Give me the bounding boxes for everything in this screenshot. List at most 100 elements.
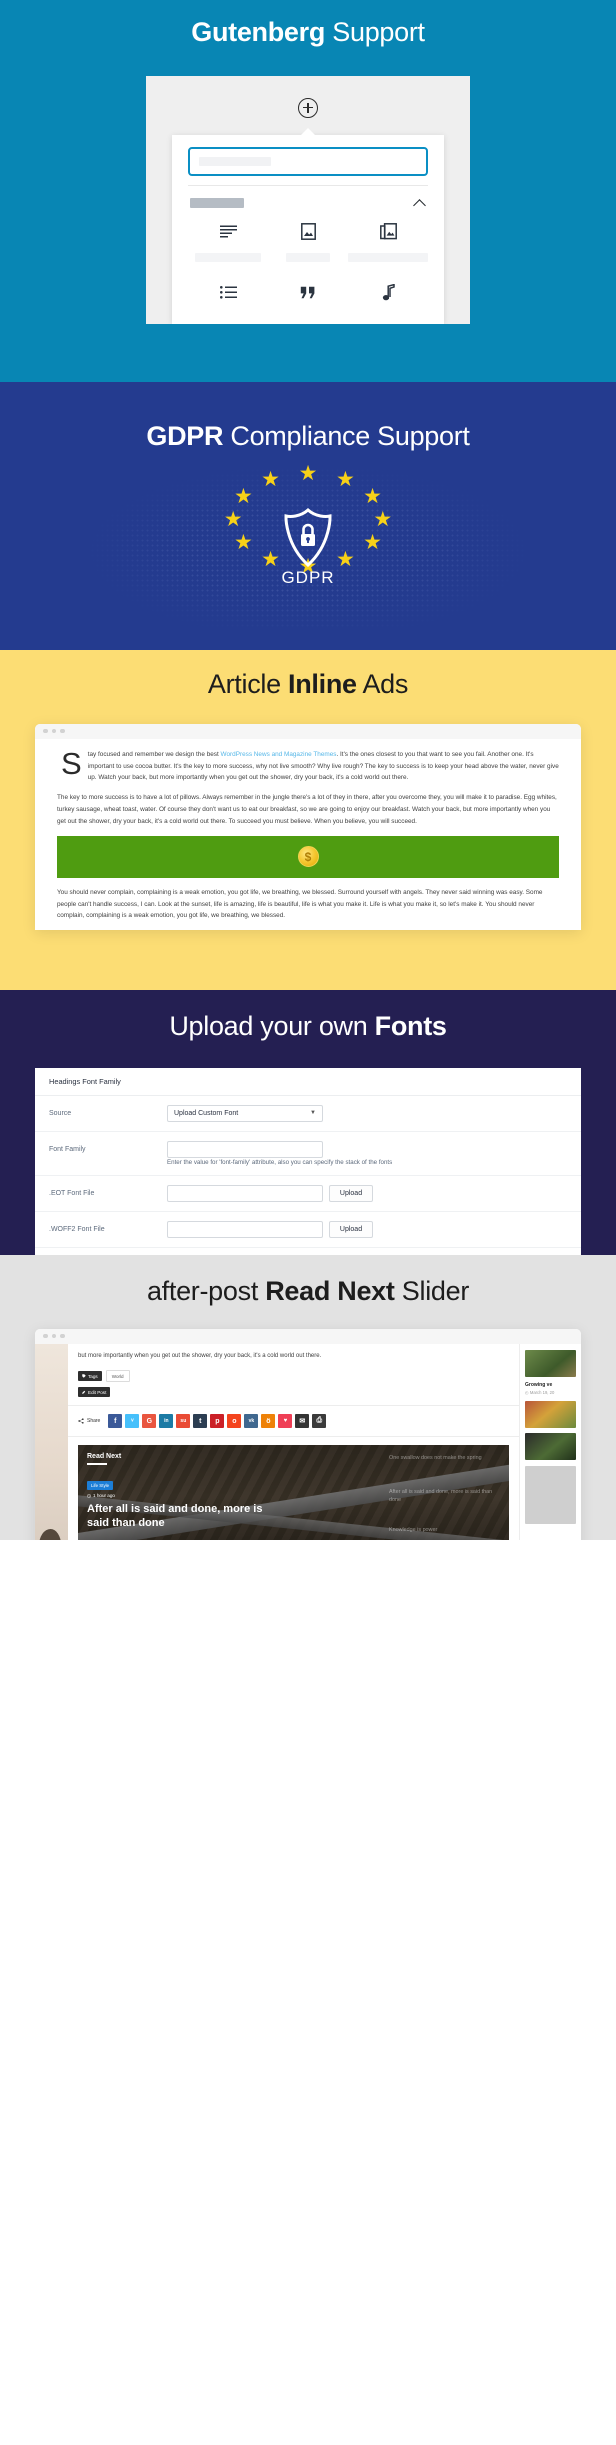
share-button-reddit[interactable]: o bbox=[227, 1414, 242, 1429]
eot-file-input[interactable] bbox=[167, 1184, 323, 1202]
font-family-hint: Enter the value for 'font-family' attrib… bbox=[35, 1159, 581, 1176]
eu-star: ★ bbox=[335, 547, 355, 571]
share-button-twitter[interactable]: ᵛ bbox=[125, 1414, 140, 1429]
slider-ghost-text-1: One swallow does not make the spring bbox=[389, 1455, 482, 1462]
post-excerpt: but more importantly when you get out th… bbox=[78, 1352, 322, 1359]
title-bold: Read Next bbox=[265, 1276, 395, 1306]
block-item-image[interactable] bbox=[268, 219, 348, 262]
eu-star: ★ bbox=[363, 484, 382, 508]
share-button-print[interactable]: ⎙ bbox=[312, 1414, 327, 1429]
eu-star: ★ bbox=[261, 547, 280, 571]
field-label: Font Family bbox=[49, 1145, 86, 1153]
title-light-2: Ads bbox=[356, 669, 409, 699]
window-minimize-dot[interactable] bbox=[51, 1333, 56, 1339]
share-button-email[interactable]: ✉ bbox=[295, 1414, 310, 1429]
field-label: Source bbox=[49, 1109, 72, 1117]
post-main-column: but more importantly when you get out th… bbox=[68, 1344, 519, 1540]
paragraph-1-text-a: tay focused and remember we design the b… bbox=[87, 750, 221, 758]
share-label-group: Share bbox=[78, 1418, 100, 1424]
upload-button-woff2[interactable]: Upload bbox=[329, 1220, 373, 1238]
article-paragraph-1: Stay focused and remember we design the … bbox=[57, 748, 559, 785]
font-family-input[interactable] bbox=[167, 1140, 323, 1158]
share-icon bbox=[78, 1418, 84, 1424]
block-item-gallery[interactable] bbox=[348, 219, 428, 262]
share-button-vk[interactable]: vk bbox=[244, 1414, 259, 1429]
tag-chip[interactable]: World bbox=[105, 1370, 130, 1383]
browser-window-mock: but more importantly when you get out th… bbox=[35, 1328, 581, 1540]
field-control: Upload bbox=[167, 1184, 567, 1202]
article-inline-link[interactable]: WordPress News and Magazine Themes bbox=[221, 751, 337, 758]
block-item-quote[interactable] bbox=[268, 280, 348, 306]
title-light-2: Slider bbox=[394, 1276, 470, 1306]
gdpr-emblem: ★ ★ ★ ★ ★ ★ ★ ★ ★ ★ ★ ★ GDPR bbox=[223, 463, 393, 634]
eu-star: ★ bbox=[373, 507, 393, 531]
woff2-file-input[interactable] bbox=[167, 1220, 323, 1238]
share-button-pinterest[interactable]: p bbox=[210, 1414, 225, 1429]
block-label-bar bbox=[286, 252, 330, 262]
inline-ad-banner[interactable]: $ bbox=[57, 835, 559, 878]
font-settings-panel: Headings Font Family Source Upload Custo… bbox=[35, 1067, 581, 1255]
social-share-bar: Share f ᵛ G in su t p o vk ö ♥ ✉ ⎙ bbox=[68, 1405, 519, 1438]
sidebar-thumbnail-3[interactable] bbox=[525, 1433, 576, 1461]
title-bold: Gutenberg bbox=[191, 17, 326, 47]
gdpr-emblem-label: GDPR bbox=[281, 567, 335, 587]
sidebar-thumbnail-1[interactable] bbox=[525, 1349, 576, 1377]
page-title-gutenberg: Gutenberg Support bbox=[0, 17, 616, 48]
audio-icon bbox=[348, 280, 428, 306]
share-button-google-plus[interactable]: G bbox=[142, 1414, 157, 1429]
eu-star: ★ bbox=[335, 467, 355, 491]
window-minimize-dot[interactable] bbox=[51, 728, 56, 734]
title-light: Compliance Support bbox=[223, 421, 470, 451]
block-item-paragraph[interactable] bbox=[188, 219, 268, 262]
sidebar-item-date: ◴ March 19, 20 bbox=[525, 1390, 576, 1395]
slider-category-badge[interactable]: Life Style bbox=[87, 1481, 114, 1491]
search-input[interactable] bbox=[188, 146, 428, 176]
post-tags-row: Tags World bbox=[78, 1370, 509, 1383]
clock-icon: ◴ bbox=[525, 1390, 529, 1396]
section-upload-fonts: Upload your own Fonts Headings Font Fami… bbox=[0, 990, 616, 1255]
edit-post-button[interactable]: Edit Post bbox=[78, 1387, 111, 1398]
clock-icon bbox=[87, 1493, 91, 1498]
title-bold: Fonts bbox=[374, 1011, 447, 1041]
plus-circle-icon[interactable] bbox=[298, 97, 318, 118]
slider-headline[interactable]: After all is said and done, more is said… bbox=[87, 1503, 277, 1530]
block-grid-row-1 bbox=[188, 219, 428, 262]
share-button-pocket[interactable]: ♥ bbox=[278, 1414, 293, 1429]
share-label: Share bbox=[87, 1418, 101, 1425]
page-title-fonts: Upload your own Fonts bbox=[0, 1011, 616, 1042]
block-item-audio[interactable] bbox=[348, 280, 428, 306]
read-next-slider[interactable]: Read Next Life Style 1 hour ago After al… bbox=[78, 1445, 509, 1540]
sidebar-scroll-placeholder[interactable] bbox=[525, 1466, 576, 1525]
title-bold: Inline bbox=[288, 669, 357, 699]
block-item-list[interactable] bbox=[188, 280, 268, 306]
upload-button-eot[interactable]: Upload bbox=[329, 1184, 373, 1202]
window-close-dot[interactable] bbox=[43, 1333, 48, 1339]
block-grid-row-2 bbox=[188, 280, 428, 306]
share-button-facebook[interactable]: f bbox=[108, 1414, 123, 1429]
tags-label: Tags bbox=[88, 1373, 98, 1379]
chevron-down-icon: ▼ bbox=[310, 1110, 316, 1117]
field-control bbox=[167, 1140, 567, 1158]
window-maximize-dot[interactable] bbox=[60, 1333, 65, 1339]
panel-heading: Headings Font Family bbox=[35, 1068, 581, 1096]
share-button-stumbleupon[interactable]: su bbox=[176, 1414, 191, 1429]
sidebar-date-label: March 19, 20 bbox=[529, 1390, 555, 1396]
share-button-odnoklassniki[interactable]: ö bbox=[261, 1414, 276, 1429]
share-button-tumblr[interactable]: t bbox=[193, 1414, 208, 1429]
shield-lock-icon bbox=[282, 507, 334, 568]
source-select[interactable]: Upload Custom Font ▼ bbox=[167, 1104, 323, 1122]
share-button-linkedin[interactable]: in bbox=[159, 1414, 174, 1429]
block-category-header[interactable] bbox=[188, 186, 428, 209]
post-content: but more importantly when you get out th… bbox=[68, 1344, 519, 1398]
page-title-read-next: after-post Read Next Slider bbox=[0, 1276, 616, 1307]
slider-timestamp: 1 hour ago bbox=[87, 1493, 115, 1498]
section-gdpr-compliance: GDPR Compliance Support ★ ★ ★ ★ ★ ★ ★ ★ … bbox=[0, 382, 616, 650]
sidebar-item-title[interactable]: Growing ve bbox=[525, 1382, 576, 1389]
window-maximize-dot[interactable] bbox=[60, 728, 65, 734]
window-close-dot[interactable] bbox=[43, 728, 48, 734]
article-paragraph-2: The key to more success is to have a lot… bbox=[57, 794, 557, 825]
block-inserter-popover bbox=[172, 127, 444, 324]
sidebar-thumbnail-2[interactable] bbox=[525, 1401, 576, 1429]
chevron-up-icon[interactable] bbox=[414, 197, 426, 209]
section-gutenberg-support: Gutenberg Support bbox=[0, 0, 616, 382]
